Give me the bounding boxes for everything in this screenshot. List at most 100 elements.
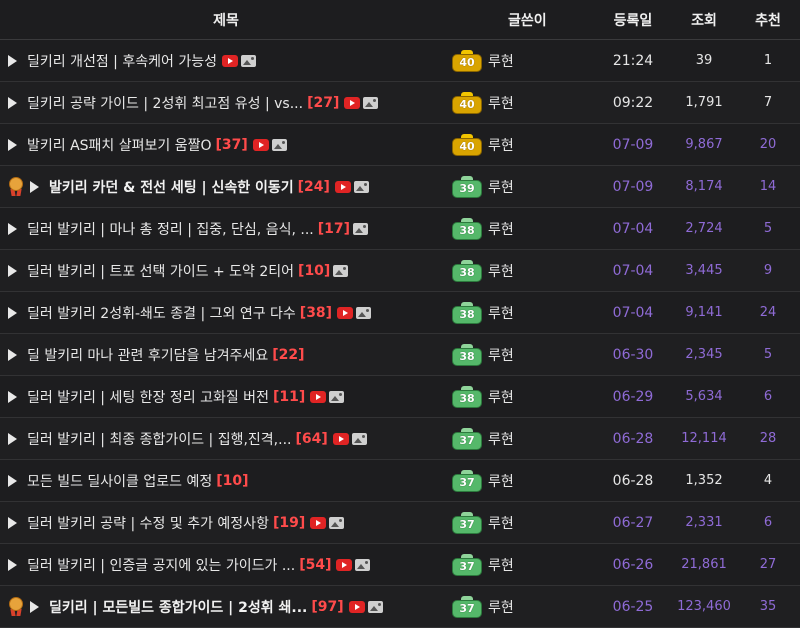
post-title-link[interactable]: 딜키리 공략 가이드 | 2성휘 최고점 유성 | vs...: [27, 93, 303, 113]
level-number: 38: [452, 389, 482, 408]
author-cell[interactable]: 38 루현: [444, 259, 594, 282]
post-title-cell[interactable]: 딜러 발키리 | 트포 선택 가이드 + 도약 2티어 [10]: [0, 261, 444, 281]
author-name[interactable]: 루현: [488, 429, 514, 449]
header-views: 조회: [691, 12, 717, 29]
author-name[interactable]: 루현: [488, 345, 514, 365]
author-cell[interactable]: 37 루현: [444, 511, 594, 534]
table-row[interactable]: 딜 발키리 마나 관련 후기담을 남겨주세요 [22] 38 루현 06-30 2,345…: [0, 334, 800, 376]
table-row[interactable]: 딜러 발키리 | 최종 종합가이드 | 집행,진격,... [64] 37 루현 06-…: [0, 418, 800, 460]
post-date: 21:24: [612, 52, 654, 69]
play-triangle-icon: [8, 516, 17, 529]
author-cell[interactable]: 38 루현: [444, 343, 594, 366]
image-icon: [353, 222, 368, 235]
post-title-cell[interactable]: 딜키리 공략 가이드 | 2성휘 최고점 유성 | vs... [27]: [0, 93, 444, 113]
post-title-link[interactable]: 발키리 카던 & 전선 세팅 | 신속한 이동기: [49, 177, 294, 197]
comment-count[interactable]: [27]: [307, 95, 339, 111]
author-name[interactable]: 루현: [488, 513, 514, 533]
author-name[interactable]: 루현: [488, 555, 514, 575]
comment-count[interactable]: [54]: [299, 557, 331, 573]
comment-count[interactable]: [10]: [298, 263, 330, 279]
table-row[interactable]: 딜러 발키리 | 트포 선택 가이드 + 도약 2티어 [10] 38 루현 07-04…: [0, 250, 800, 292]
post-title-cell[interactable]: 발키리 AS패치 살펴보기 움짤O [37]: [0, 135, 444, 155]
post-title-cell[interactable]: 딜 발키리 마나 관련 후기담을 남겨주세요 [22]: [0, 345, 444, 365]
table-row[interactable]: 딜키리 개선점 | 후속케어 가능성 40 루현 21:24 39 1: [0, 40, 800, 82]
post-title-link[interactable]: 딜키리 개선점 | 후속케어 가능성: [27, 51, 217, 71]
play-triangle-icon: [8, 222, 17, 235]
author-name[interactable]: 루현: [488, 303, 514, 323]
author-cell[interactable]: 38 루현: [444, 301, 594, 324]
post-title-cell[interactable]: 딜러 발키리 | 마나 총 정리 | 집중, 단심, 음식, ... [17]: [0, 219, 444, 239]
author-cell[interactable]: 39 루현: [444, 175, 594, 198]
level-number: 37: [452, 431, 482, 450]
post-title-cell[interactable]: 발키리 카던 & 전선 세팅 | 신속한 이동기 [24]: [0, 176, 444, 197]
post-title-cell[interactable]: 딜러 발키리 | 인증글 공지에 있는 가이드가 ... [54]: [0, 555, 444, 575]
author-cell[interactable]: 40 루현: [444, 133, 594, 156]
author-cell[interactable]: 38 루현: [444, 217, 594, 240]
post-title-link[interactable]: 딜러 발키리 | 최종 종합가이드 | 집행,진격,...: [27, 429, 291, 449]
post-title-link[interactable]: 모든 빌드 딜사이클 업로드 예정: [27, 471, 212, 491]
recommend-count: 6: [763, 389, 773, 404]
comment-count[interactable]: [64]: [295, 431, 327, 447]
table-row[interactable]: 딜러 발키리 | 세팅 한장 정리 고화질 버전 [11] 38 루현 06-29 5,6…: [0, 376, 800, 418]
author-name[interactable]: 루현: [488, 261, 514, 281]
table-row[interactable]: 딜러 발키리 2성휘-쇄도 종결 | 그외 연구 다수 [38] 38 루현 07-04…: [0, 292, 800, 334]
comment-count[interactable]: [11]: [273, 389, 305, 405]
author-cell[interactable]: 40 루현: [444, 49, 594, 72]
post-title-link[interactable]: 딜키리 | 모든빌드 종합가이드 | 2성휘 쇄...: [49, 597, 307, 617]
comment-count[interactable]: [37]: [216, 137, 248, 153]
table-row[interactable]: 모든 빌드 딜사이클 업로드 예정 [10] 37 루현 06-28 1,352 4: [0, 460, 800, 502]
post-title-link[interactable]: 딜러 발키리 공략 | 수정 및 추가 예정사항: [27, 513, 269, 533]
post-title-cell[interactable]: 딜키리 | 모든빌드 종합가이드 | 2성휘 쇄... [97]: [0, 596, 444, 617]
post-title-cell[interactable]: 딜러 발키리 | 최종 종합가이드 | 집행,진격,... [64]: [0, 429, 444, 449]
author-cell[interactable]: 38 루현: [444, 385, 594, 408]
table-row[interactable]: 발키리 카던 & 전선 세팅 | 신속한 이동기 [24] 39 루현 07-09 8,1…: [0, 166, 800, 208]
post-title-cell[interactable]: 딜러 발키리 | 세팅 한장 정리 고화질 버전 [11]: [0, 387, 444, 407]
table-row[interactable]: 딜키리 | 모든빌드 종합가이드 | 2성휘 쇄... [97] 37 루현 06-25…: [0, 586, 800, 628]
level-number: 39: [452, 179, 482, 198]
author-name[interactable]: 루현: [488, 219, 514, 239]
comment-count[interactable]: [17]: [318, 221, 350, 237]
comment-count[interactable]: [38]: [300, 305, 332, 321]
post-title-link[interactable]: 발키리 AS패치 살펴보기 움짤O: [27, 135, 212, 155]
table-row[interactable]: 딜러 발키리 | 인증글 공지에 있는 가이드가 ... [54] 37 루현 06-2…: [0, 544, 800, 586]
table-row[interactable]: 발키리 AS패치 살펴보기 움짤O [37] 40 루현 07-09 9,867 20: [0, 124, 800, 166]
author-name[interactable]: 루현: [488, 387, 514, 407]
author-cell[interactable]: 40 루현: [444, 91, 594, 114]
post-date: 06-29: [612, 388, 654, 405]
level-number: 40: [452, 137, 482, 156]
post-title-link[interactable]: 딜 발키리 마나 관련 후기담을 남겨주세요: [27, 345, 268, 365]
comment-count[interactable]: [22]: [272, 347, 304, 363]
post-title-cell[interactable]: 모든 빌드 딜사이클 업로드 예정 [10]: [0, 471, 444, 491]
post-title-link[interactable]: 딜러 발키리 2성휘-쇄도 종결 | 그외 연구 다수: [27, 303, 296, 323]
level-badge-icon: 37: [452, 553, 482, 576]
author-name[interactable]: 루현: [488, 51, 514, 71]
level-badge-icon: 38: [452, 385, 482, 408]
view-count: 1,352: [685, 473, 723, 488]
post-title-link[interactable]: 딜러 발키리 | 세팅 한장 정리 고화질 버전: [27, 387, 269, 407]
author-name[interactable]: 루현: [488, 471, 514, 491]
author-cell[interactable]: 37 루현: [444, 469, 594, 492]
post-title-cell[interactable]: 딜러 발키리 공략 | 수정 및 추가 예정사항 [19]: [0, 513, 444, 533]
author-name[interactable]: 루현: [488, 135, 514, 155]
post-title-link[interactable]: 딜러 발키리 | 인증글 공지에 있는 가이드가 ...: [27, 555, 295, 575]
author-cell[interactable]: 37 루현: [444, 427, 594, 450]
comment-count[interactable]: [24]: [298, 179, 330, 195]
author-name[interactable]: 루현: [488, 177, 514, 197]
table-row[interactable]: 딜러 발키리 공략 | 수정 및 추가 예정사항 [19] 37 루현 06-27 2,3…: [0, 502, 800, 544]
table-row[interactable]: 딜키리 공략 가이드 | 2성휘 최고점 유성 | vs... [27] 40 루현 0…: [0, 82, 800, 124]
play-triangle-icon: [8, 432, 17, 445]
comment-count[interactable]: [19]: [273, 515, 305, 531]
table-row[interactable]: 딜러 발키리 | 마나 총 정리 | 집중, 단심, 음식, ... [17] 38…: [0, 208, 800, 250]
author-cell[interactable]: 37 루현: [444, 553, 594, 576]
author-name[interactable]: 루현: [488, 597, 514, 617]
post-title-cell[interactable]: 딜러 발키리 2성휘-쇄도 종결 | 그외 연구 다수 [38]: [0, 303, 444, 323]
post-title-cell[interactable]: 딜키리 개선점 | 후속케어 가능성: [0, 51, 444, 71]
image-icon: [240, 54, 256, 67]
comment-count[interactable]: [10]: [216, 473, 248, 489]
author-cell[interactable]: 37 루현: [444, 595, 594, 618]
post-title-link[interactable]: 딜러 발키리 | 마나 총 정리 | 집중, 단심, 음식, ...: [27, 219, 314, 239]
post-list: 딜키리 개선점 | 후속케어 가능성 40 루현 21:24 39 1 딜키리 공략 가이드…: [0, 40, 800, 628]
post-title-link[interactable]: 딜러 발키리 | 트포 선택 가이드 + 도약 2티어: [27, 261, 294, 281]
comment-count[interactable]: [97]: [311, 599, 343, 615]
author-name[interactable]: 루현: [488, 93, 514, 113]
